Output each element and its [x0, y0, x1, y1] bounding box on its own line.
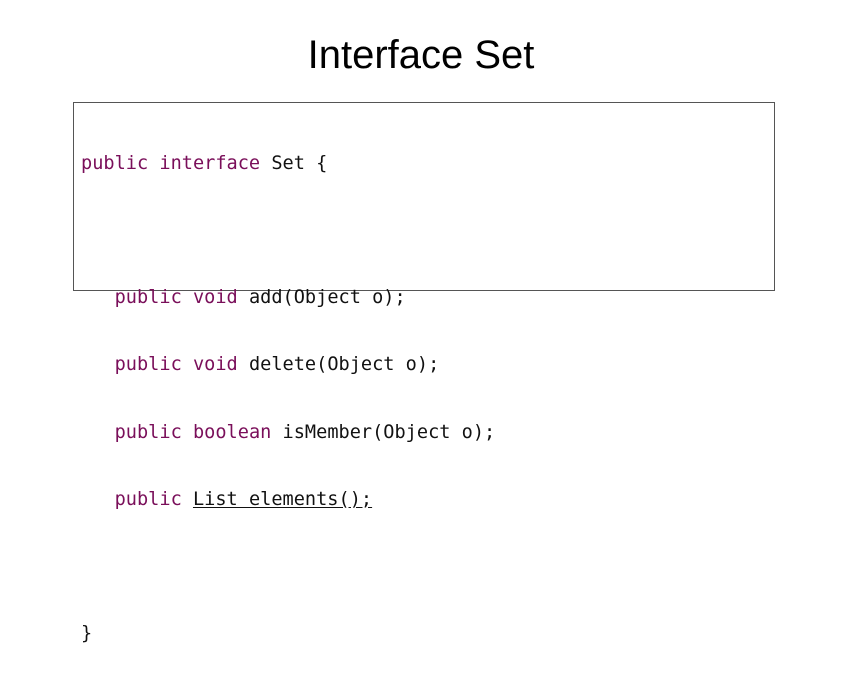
- keyword: boolean: [192, 421, 272, 443]
- code-line-ismember: public boolean isMember(Object o);: [81, 421, 496, 444]
- code-text: delete(Object o);: [248, 354, 440, 376]
- code-line-delete: public void delete(Object o);: [81, 354, 495, 376]
- keyword: void: [192, 287, 238, 309]
- code-text: isMember(Object o);: [282, 421, 496, 443]
- keyword: public: [81, 152, 149, 174]
- keyword: public: [114, 287, 182, 309]
- code-text: }: [81, 623, 93, 645]
- code-line-close-brace: }: [81, 623, 495, 645]
- code-text: Set {: [271, 152, 328, 174]
- code-line-add: public void add(Object o);: [81, 287, 495, 309]
- slide-title: Interface Set: [307, 33, 535, 77]
- keyword: public: [114, 421, 182, 443]
- code-line-interface-decl: public interface Set {: [81, 153, 495, 175]
- code-line-elements: public List elements();: [81, 489, 495, 511]
- keyword: public: [114, 354, 182, 376]
- keyword: interface: [159, 152, 261, 174]
- code-listing: public interface Set { public void add(O…: [81, 108, 495, 690]
- code-text-underlined: List elements();: [192, 488, 373, 510]
- code-block: public interface Set { public void add(O…: [73, 102, 775, 644]
- keyword: void: [192, 354, 238, 376]
- code-text: add(Object o);: [248, 287, 406, 309]
- keyword: public: [114, 488, 182, 510]
